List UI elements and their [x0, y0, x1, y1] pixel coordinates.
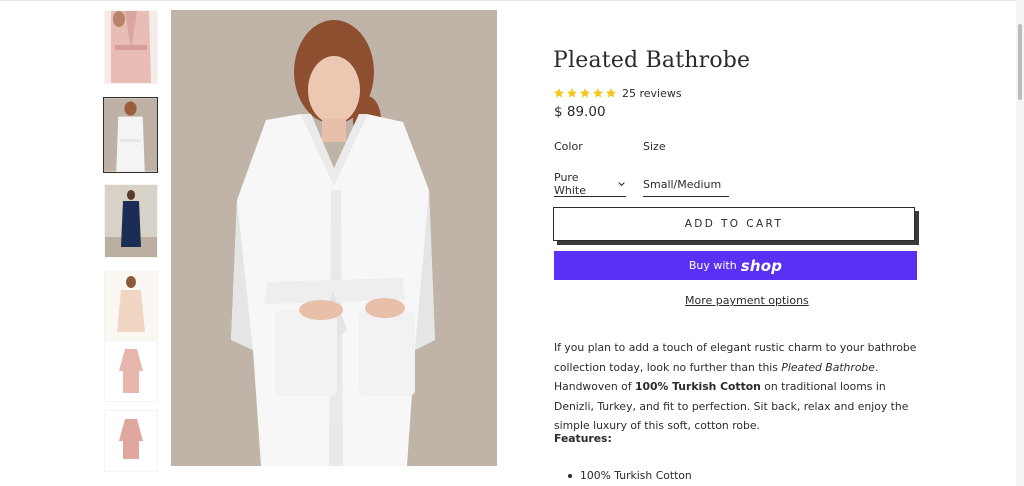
star-icon: [554, 88, 564, 98]
feature-list-item: 100% Turkish Cotton: [568, 469, 692, 482]
size-label: Size: [643, 140, 666, 153]
bullet-icon: [568, 473, 572, 478]
product-description: If you plan to add a touch of elegant ru…: [554, 338, 918, 436]
star-icon: [593, 88, 603, 98]
thumbnail-pink-robe-front[interactable]: [104, 410, 158, 472]
star-icon: [580, 88, 590, 98]
scrollbar-thumb[interactable]: [1018, 24, 1022, 100]
shop-logo: shop: [740, 256, 783, 275]
star-icon: [567, 88, 577, 98]
color-select[interactable]: Pure White: [554, 171, 626, 197]
product-title: Pleated Bathrobe: [553, 48, 751, 73]
description-product-name: Pleated Bathrobe: [781, 360, 875, 374]
thumbnail-navy-robe[interactable]: [104, 184, 158, 258]
buy-with-label: Buy with: [688, 259, 737, 272]
size-select-value: Small/Medium: [643, 177, 722, 191]
rating-row[interactable]: 25 reviews: [553, 86, 682, 100]
color-select-value: Pure White: [554, 171, 586, 197]
thumbnail-image: [105, 341, 157, 401]
size-select[interactable]: Small/Medium: [643, 172, 729, 197]
description-material: 100% Turkish Cotton: [635, 380, 761, 393]
thumbnail-image: [104, 98, 157, 172]
add-to-cart-button[interactable]: ADD TO CART: [553, 207, 915, 241]
feature-text: 100% Turkish Cotton: [580, 469, 692, 482]
buy-with-shop-button[interactable]: Buy with shop: [554, 251, 917, 280]
thumbnail-image: [105, 272, 157, 344]
more-payment-options-link[interactable]: More payment options: [685, 294, 809, 307]
reviews-count[interactable]: 25 reviews: [622, 87, 682, 100]
product-photo: [171, 10, 497, 466]
thumbnail-peach-robe-back[interactable]: [104, 271, 158, 345]
thumbnail-image: [105, 11, 157, 83]
thumbnail-image: [105, 185, 157, 257]
chevron-down-icon: [618, 182, 625, 187]
color-label: Color: [554, 140, 583, 153]
top-border: [0, 0, 1024, 1]
main-product-image[interactable]: [171, 10, 497, 466]
thumbnail-pink-robe-closeup[interactable]: [104, 10, 158, 84]
thumbnail-white-robe[interactable]: [103, 97, 158, 173]
thumbnail-pink-robe-flat[interactable]: [104, 340, 158, 402]
product-price: $ 89.00: [554, 104, 606, 120]
features-heading: Features:: [554, 432, 612, 445]
star-icon: [606, 88, 616, 98]
thumbnail-image: [105, 411, 157, 471]
